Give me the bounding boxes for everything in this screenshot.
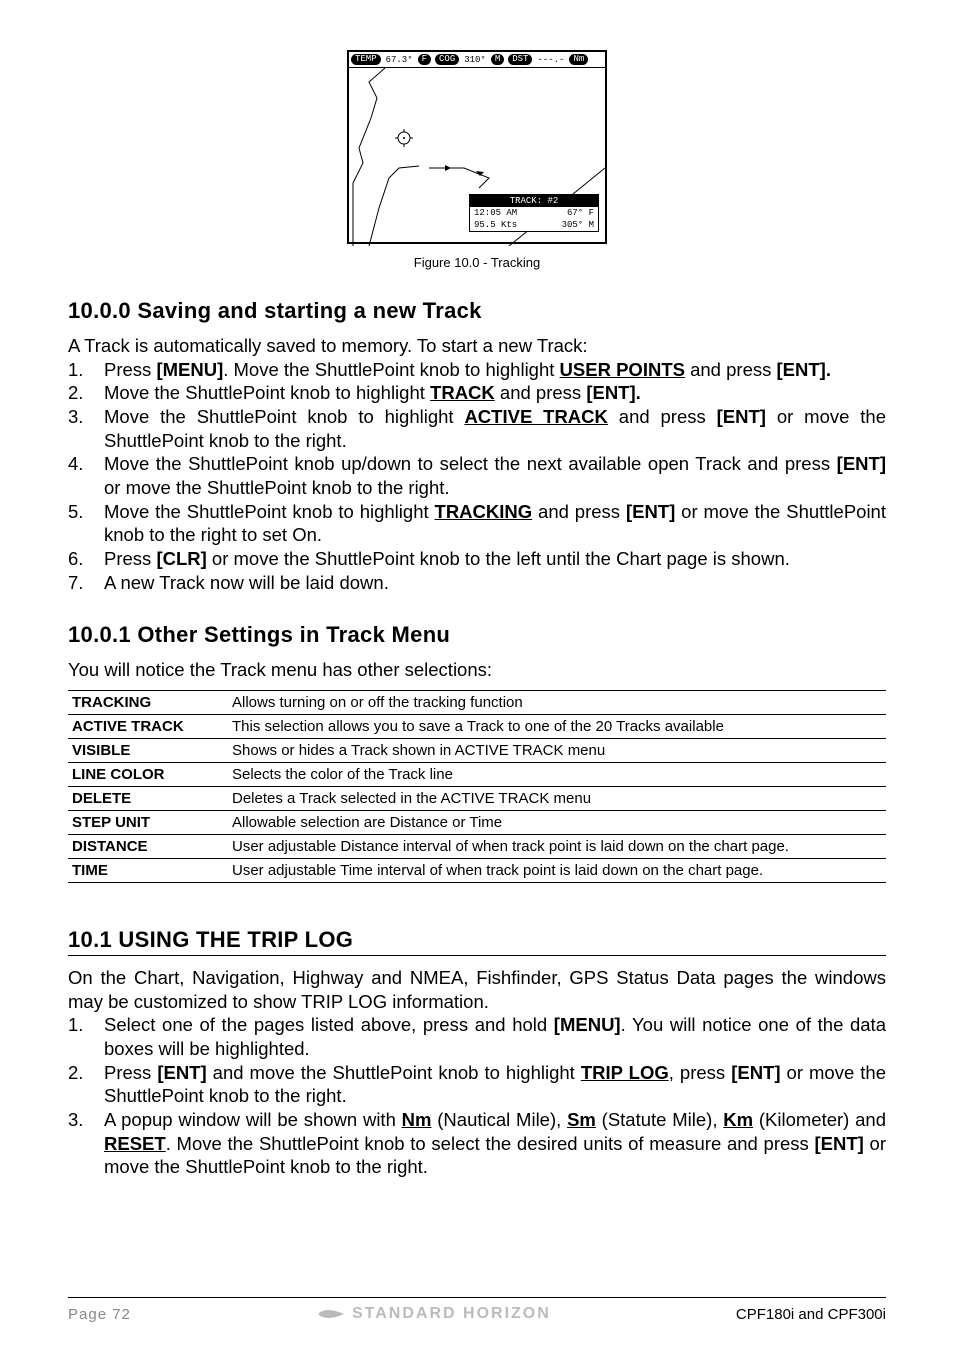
cog-pill: COG bbox=[435, 54, 459, 65]
intro-saving-track: A Track is automatically saved to memory… bbox=[68, 334, 886, 358]
list-item: 3.Move the ShuttlePoint knob to highligh… bbox=[68, 405, 886, 452]
setting-key: VISIBLE bbox=[68, 739, 228, 763]
setting-value: Deletes a Track selected in the ACTIVE T… bbox=[228, 787, 886, 811]
list-item: 4.Move the ShuttlePoint knob up/down to … bbox=[68, 452, 886, 499]
figure-caption: Figure 10.0 - Tracking bbox=[68, 255, 886, 270]
table-row: ACTIVE TRACKThis selection allows you to… bbox=[68, 715, 886, 739]
setting-value: Allows turning on or off the tracking fu… bbox=[228, 691, 886, 715]
heading-other-settings: 10.0.1 Other Settings in Track Menu bbox=[68, 622, 886, 648]
brand-text: STANDARD HORIZON bbox=[352, 1305, 551, 1323]
temp-val: 67.3° bbox=[383, 55, 416, 65]
panel-speed: 95.5 Kts bbox=[474, 220, 517, 230]
brand-logo: STANDARD HORIZON bbox=[316, 1304, 551, 1324]
setting-key: DISTANCE bbox=[68, 835, 228, 859]
page-number: Page 72 bbox=[68, 1306, 131, 1323]
list-item: 3.A popup window will be shown with Nm (… bbox=[68, 1108, 886, 1179]
steps-saving-track: 1.Press [MENU]. Move the ShuttlePoint kn… bbox=[68, 358, 886, 595]
intro-trip-log: On the Chart, Navigation, Highway and NM… bbox=[68, 966, 886, 1013]
list-item: 1.Press [MENU]. Move the ShuttlePoint kn… bbox=[68, 358, 886, 382]
figure-topbar: TEMP 67.3° F COG 310° M DST ---.- Nm bbox=[349, 52, 605, 68]
panel-heading: 305° M bbox=[562, 220, 594, 230]
f-pill: F bbox=[418, 54, 431, 65]
panel-row-2: 95.5 Kts 305° M bbox=[470, 219, 598, 231]
figure-tracking: TEMP 67.3° F COG 310° M DST ---.- Nm bbox=[68, 50, 886, 270]
setting-value: Shows or hides a Track shown in ACTIVE T… bbox=[228, 739, 886, 763]
heading-saving-track: 10.0.0 Saving and starting a new Track bbox=[68, 298, 886, 324]
list-item: 6.Press [CLR] or move the ShuttlePoint k… bbox=[68, 547, 886, 571]
settings-table: TRACKINGAllows turning on or off the tra… bbox=[68, 690, 886, 883]
list-item: 5.Move the ShuttlePoint knob to highligh… bbox=[68, 500, 886, 547]
heading-trip-log: 10.1 USING THE TRIP LOG bbox=[68, 927, 886, 956]
figure-body: TRACK: #2 12:05 AM 67° F 95.5 Kts 305° M bbox=[349, 68, 605, 246]
list-item: 2.Move the ShuttlePoint knob to highligh… bbox=[68, 381, 886, 405]
list-item: 2.Press [ENT] and move the ShuttlePoint … bbox=[68, 1061, 886, 1108]
panel-time: 12:05 AM bbox=[474, 208, 517, 218]
intro-other-settings: You will notice the Track menu has other… bbox=[68, 658, 886, 682]
page-footer: Page 72 STANDARD HORIZON CPF180i and CPF… bbox=[68, 1297, 886, 1324]
setting-value: Selects the color of the Track line bbox=[228, 763, 886, 787]
table-row: DELETEDeletes a Track selected in the AC… bbox=[68, 787, 886, 811]
figure-box: TEMP 67.3° F COG 310° M DST ---.- Nm bbox=[347, 50, 607, 244]
nm-pill: Nm bbox=[569, 54, 588, 65]
setting-key: TRACKING bbox=[68, 691, 228, 715]
table-row: DISTANCEUser adjustable Distance interva… bbox=[68, 835, 886, 859]
table-row: LINE COLORSelects the color of the Track… bbox=[68, 763, 886, 787]
setting-key: LINE COLOR bbox=[68, 763, 228, 787]
setting-value: User adjustable Distance interval of whe… bbox=[228, 835, 886, 859]
table-row: VISIBLEShows or hides a Track shown in A… bbox=[68, 739, 886, 763]
panel-row-1: 12:05 AM 67° F bbox=[470, 207, 598, 219]
setting-value: Allowable selection are Distance or Time bbox=[228, 811, 886, 835]
panel-temp: 67° F bbox=[567, 208, 594, 218]
steps-trip-log: 1.Select one of the pages listed above, … bbox=[68, 1013, 886, 1179]
table-row: TIMEUser adjustable Time interval of whe… bbox=[68, 859, 886, 883]
panel-head: TRACK: #2 bbox=[470, 195, 598, 207]
list-item: 1.Select one of the pages listed above, … bbox=[68, 1013, 886, 1060]
figure-panel: TRACK: #2 12:05 AM 67° F 95.5 Kts 305° M bbox=[469, 194, 599, 232]
cog-val: 310° bbox=[461, 55, 489, 65]
setting-key: ACTIVE TRACK bbox=[68, 715, 228, 739]
table-row: STEP UNITAllowable selection are Distanc… bbox=[68, 811, 886, 835]
m-pill: M bbox=[491, 54, 504, 65]
temp-pill: TEMP bbox=[351, 54, 381, 65]
dst-val: ---.- bbox=[534, 55, 567, 65]
setting-value: This selection allows you to save a Trac… bbox=[228, 715, 886, 739]
list-item: 7.A new Track now will be laid down. bbox=[68, 571, 886, 595]
model-text: CPF180i and CPF300i bbox=[736, 1306, 886, 1323]
setting-key: STEP UNIT bbox=[68, 811, 228, 835]
setting-key: DELETE bbox=[68, 787, 228, 811]
table-row: TRACKINGAllows turning on or off the tra… bbox=[68, 691, 886, 715]
setting-key: TIME bbox=[68, 859, 228, 883]
setting-value: User adjustable Time interval of when tr… bbox=[228, 859, 886, 883]
dst-pill: DST bbox=[508, 54, 532, 65]
